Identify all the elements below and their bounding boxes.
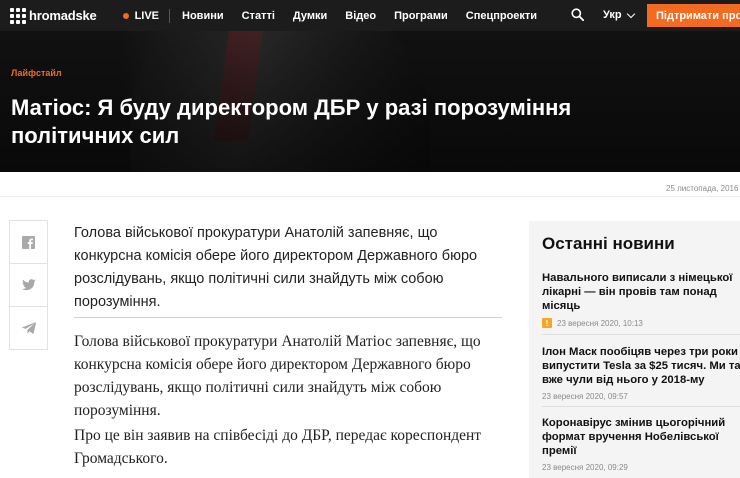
news-item-time: 23 вересня 2020, 09:29 (542, 463, 628, 472)
telegram-icon (21, 322, 36, 334)
news-divider (542, 334, 740, 335)
top-navigation-bar: hromadske LIVE Новини Статті Думки Відео… (0, 0, 740, 31)
article-lead: Голова військової прокуратури Анатолій з… (74, 225, 478, 310)
lead-divider (74, 317, 502, 318)
logo-text: hromadske (29, 8, 97, 23)
hot-badge-icon: ! (542, 318, 552, 328)
main-nav: Новини Статті Думки Відео Програми Спецп… (182, 10, 555, 22)
chevron-down-icon (626, 9, 635, 18)
news-item-title[interactable]: Коронавірус змінив цьогорічний формат вр… (542, 416, 740, 458)
latest-news-sidebar: Останні новини Навального виписали з нім… (529, 221, 740, 478)
news-item-meta: ! 23 вересня 2020, 10:13 (542, 318, 740, 328)
sidebar-title: Останні новини (542, 234, 675, 253)
news-item-time: 23 вересня 2020, 09:57 (542, 392, 628, 401)
live-link[interactable]: LIVE (122, 9, 160, 22)
nav-item-programs[interactable]: Програми (394, 10, 448, 22)
article-paragraph: Голова військової прокуратури Анатолій М… (74, 333, 481, 419)
support-button[interactable]: Підтримати проект (647, 4, 740, 27)
news-item-title[interactable]: Ілон Маск пообіцяв через три роки випуст… (542, 345, 740, 387)
nav-item-news[interactable]: Новини (182, 10, 224, 22)
logo-mark-icon (10, 7, 26, 24)
nav-item-video[interactable]: Відео (345, 10, 376, 22)
share-buttons (9, 220, 48, 350)
live-dot-icon (122, 12, 129, 19)
search-icon[interactable] (571, 8, 584, 21)
news-item[interactable]: Навального виписали з німецької лікарні … (542, 271, 740, 328)
nav-divider (169, 8, 171, 23)
facebook-icon (22, 235, 35, 249)
news-item-time: 23 вересня 2020, 10:13 (557, 318, 643, 328)
share-telegram-button[interactable] (9, 306, 48, 350)
twitter-icon (21, 279, 36, 291)
article-date: 25 листопада, 2016 (666, 184, 739, 193)
article-title: Матіос: Я буду директором ДБР у разі пор… (11, 95, 572, 148)
share-twitter-button[interactable] (9, 263, 48, 307)
divider (0, 196, 740, 197)
news-item-title[interactable]: Навального виписали з німецької лікарні … (542, 271, 740, 313)
news-item-meta: 23 вересня 2020, 09:29 (542, 463, 740, 472)
article-paragraph: Про це він заявив на співбесіді до ДБР, … (74, 427, 482, 467)
language-label: Укр (603, 9, 622, 21)
hero-banner: Лайфстайл Матіос: Я буду директором ДБР … (0, 31, 740, 172)
nav-item-opinions[interactable]: Думки (293, 10, 327, 22)
live-label: LIVE (134, 9, 160, 22)
news-item[interactable]: Ілон Маск пообіцяв через три роки випуст… (542, 345, 740, 401)
hromadske-logo[interactable]: hromadske (10, 7, 97, 24)
category-label[interactable]: Лайфстайл (11, 68, 62, 78)
share-facebook-button[interactable] (9, 220, 48, 264)
nav-item-special-projects[interactable]: Спецпроекти (466, 10, 537, 22)
nav-item-articles[interactable]: Статті (242, 10, 275, 22)
news-item-meta: 23 вересня 2020, 09:57 (542, 392, 740, 401)
news-divider (542, 406, 740, 407)
news-item[interactable]: Коронавірус змінив цьогорічний формат вр… (542, 416, 740, 472)
language-select[interactable]: Укр (603, 9, 635, 21)
